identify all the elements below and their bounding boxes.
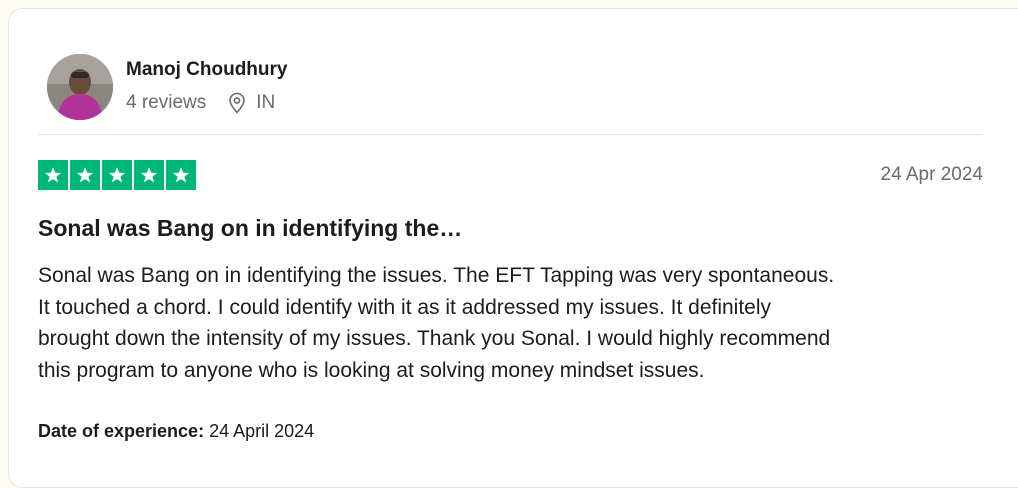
divider xyxy=(38,134,983,135)
review-card: Manoj Choudhury 4 reviews IN xyxy=(8,8,1018,488)
star-icon xyxy=(134,160,164,190)
map-pin-icon xyxy=(229,92,246,114)
star-icon xyxy=(70,160,100,190)
review-body-line: this program to anyone who is looking at… xyxy=(38,358,705,382)
reviewer-country: IN xyxy=(256,92,276,113)
review-count: 4 reviews xyxy=(126,92,207,113)
review-body: Sonal was Bang on in identifying the iss… xyxy=(38,260,988,386)
experience-date: 24 April 2024 xyxy=(209,421,315,441)
star-rating xyxy=(38,160,196,190)
review-title[interactable]: Sonal was Bang on in identifying the… xyxy=(38,215,462,242)
date-of-experience: Date of experience: 24 April 2024 xyxy=(38,421,314,442)
star-icon xyxy=(38,160,68,190)
star-icon xyxy=(166,160,196,190)
avatar-image xyxy=(47,54,113,120)
review-body-line: brought down the intensity of my issues.… xyxy=(38,327,831,350)
reviewer-name[interactable]: Manoj Choudhury xyxy=(126,59,287,81)
star-icon xyxy=(102,160,132,190)
review-body-line: It touched a chord. I could identify wit… xyxy=(38,295,772,319)
review-body-line: Sonal was Bang on in identifying the iss… xyxy=(38,264,835,287)
review-date: 24 Apr 2024 xyxy=(880,164,983,185)
experience-label: Date of experience: xyxy=(38,421,205,441)
avatar[interactable] xyxy=(47,54,113,120)
reviewer-meta: 4 reviews IN xyxy=(126,91,275,115)
